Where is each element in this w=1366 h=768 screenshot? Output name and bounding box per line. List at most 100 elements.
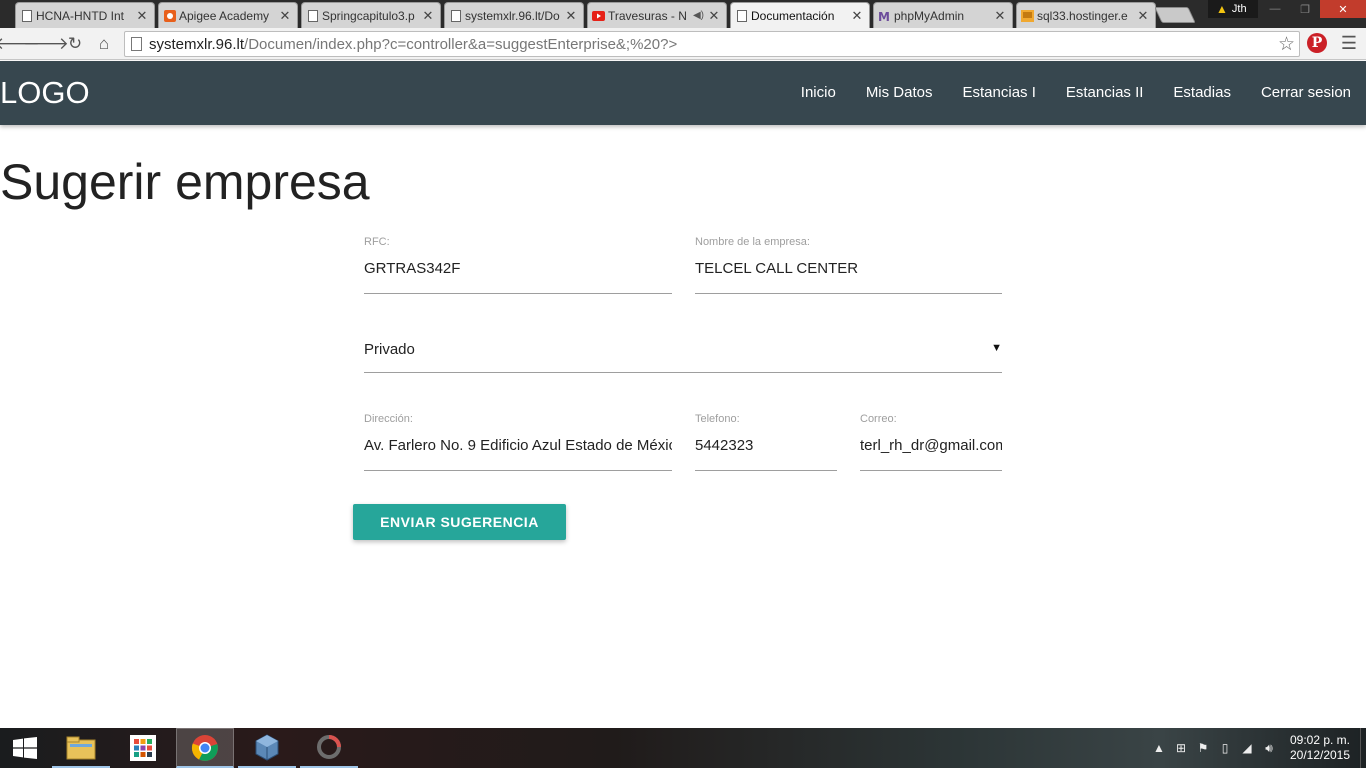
tab-title: Documentación bbox=[751, 8, 835, 23]
browser-tab[interactable]: Travesuras - N ◀) ✕ bbox=[587, 2, 727, 28]
speaker-icon[interactable]: ◀) bbox=[693, 10, 704, 21]
windows-tray-icon[interactable]: ⊞ bbox=[1170, 741, 1192, 755]
email-input[interactable]: terl_rh_dr@gmail.com bbox=[860, 427, 1002, 471]
address-input[interactable]: Av. Farlero No. 9 Edificio Azul Estado d… bbox=[364, 427, 672, 471]
tab-title: systemxlr.96.lt/Do bbox=[465, 8, 560, 23]
email-field: Correo: terl_rh_dr@gmail.com bbox=[860, 413, 1002, 471]
rfc-input[interactable]: GRTRAS342F bbox=[364, 250, 672, 294]
action-center-flag-icon[interactable]: ⚑ bbox=[1192, 741, 1214, 755]
tab-title: sql33.hostinger.e bbox=[1037, 8, 1128, 23]
nav-link-inicio[interactable]: Inicio bbox=[786, 61, 851, 125]
youtube-icon bbox=[592, 9, 605, 23]
browser-tab[interactable]: systemxlr.96.lt/Do ✕ bbox=[444, 2, 584, 28]
address-bar[interactable]: systemxlr.96.lt/Documen/index.php?c=cont… bbox=[124, 31, 1300, 57]
new-tab-button[interactable] bbox=[1154, 7, 1196, 23]
show-desktop-button[interactable] bbox=[1360, 728, 1366, 768]
nav-link-estancias-i[interactable]: Estancias I bbox=[948, 61, 1051, 125]
tab-title: Travesuras - N bbox=[608, 8, 687, 23]
page-icon bbox=[449, 9, 462, 23]
nav-link-cerrar-sesion[interactable]: Cerrar sesion bbox=[1246, 61, 1366, 125]
close-icon[interactable]: ✕ bbox=[1137, 8, 1149, 24]
browser-tab-active[interactable]: Documentación ✕ bbox=[730, 2, 870, 28]
windows-start-icon[interactable] bbox=[0, 728, 50, 768]
warning-icon: ▲ bbox=[1216, 2, 1228, 16]
page-icon bbox=[131, 37, 142, 51]
store-apps-icon[interactable] bbox=[114, 728, 172, 768]
browser-tab[interactable]: Apigee Academy ✕ bbox=[158, 2, 298, 28]
phone-input[interactable]: 5442323 bbox=[695, 427, 837, 471]
clock-time: 09:02 p. m. bbox=[1289, 733, 1351, 747]
company-name-input[interactable]: TELCEL CALL CENTER bbox=[695, 250, 1002, 294]
taskbar-clock[interactable]: 09:02 p. m. 20/12/2015 bbox=[1280, 733, 1360, 763]
tab-title: Springcapitulo3.p bbox=[322, 8, 415, 23]
browser-toolbar: 🡐 🡒 ↻ ⌂ systemxlr.96.lt/Documen/index.ph… bbox=[0, 28, 1366, 60]
phpmyadmin-icon: M bbox=[878, 9, 891, 23]
tray-expand-icon[interactable]: ▲ bbox=[1148, 741, 1170, 755]
site-navbar: LOGO Inicio Mis Datos Estancias I Estanc… bbox=[0, 61, 1366, 125]
forward-arrow-icon[interactable]: 🡒 bbox=[23, 32, 69, 56]
file-explorer-icon[interactable] bbox=[52, 728, 110, 768]
nav-link-estadias[interactable]: Estadias bbox=[1158, 61, 1246, 125]
submit-suggestion-button[interactable]: ENVIAR SUGERENCIA bbox=[353, 504, 566, 540]
site-logo[interactable]: LOGO bbox=[0, 75, 90, 111]
company-type-select[interactable]: Privado ▼ bbox=[364, 330, 1002, 373]
close-icon[interactable]: ✕ bbox=[565, 8, 577, 24]
phone-label: Telefono: bbox=[695, 413, 740, 425]
system-tray: ▲ ⊞ ⚑ ▯ ◢ 🔊︎ 09:02 p. m. 20/12/2015 bbox=[1148, 728, 1366, 768]
virtualbox-icon[interactable] bbox=[238, 728, 296, 768]
apigee-icon bbox=[163, 9, 176, 23]
nav-link-estancias-ii[interactable]: Estancias II bbox=[1051, 61, 1159, 125]
browser-tab[interactable]: HCNA-HNTD Int ✕ bbox=[15, 2, 155, 28]
company-name-label: Nombre de la empresa: bbox=[695, 236, 810, 248]
svg-text:M: M bbox=[878, 10, 890, 22]
battery-icon[interactable]: ▯ bbox=[1214, 741, 1236, 755]
volume-icon[interactable]: 🔊︎ bbox=[1258, 741, 1280, 756]
close-icon[interactable]: ✕ bbox=[708, 8, 720, 24]
app-loading-icon[interactable] bbox=[300, 728, 358, 768]
url-host: systemxlr.96.lt bbox=[149, 35, 245, 53]
page-title: Sugerir empresa bbox=[0, 154, 370, 210]
email-label: Correo: bbox=[860, 413, 897, 425]
minimize-icon[interactable]: — bbox=[1260, 0, 1290, 18]
browser-tab[interactable]: Springcapitulo3.p ✕ bbox=[301, 2, 441, 28]
company-type-value: Privado bbox=[364, 341, 415, 358]
page-icon bbox=[20, 9, 33, 23]
chrome-taskbar-icon[interactable] bbox=[176, 728, 234, 768]
rfc-label: RFC: bbox=[364, 236, 390, 248]
close-icon[interactable]: ✕ bbox=[279, 8, 291, 24]
nav-links: Inicio Mis Datos Estancias I Estancias I… bbox=[786, 61, 1366, 125]
close-icon[interactable]: ✕ bbox=[994, 8, 1006, 24]
close-icon[interactable]: ✕ bbox=[136, 8, 148, 24]
browser-tab[interactable]: sql33.hostinger.e ✕ bbox=[1016, 2, 1156, 28]
nav-link-mis-datos[interactable]: Mis Datos bbox=[851, 61, 948, 125]
url-path: /Documen/index.php?c=controller&a=sugges… bbox=[244, 35, 678, 53]
close-icon[interactable]: ✕ bbox=[422, 8, 434, 24]
windows-taskbar: ▲ ⊞ ⚑ ▯ ◢ 🔊︎ 09:02 p. m. 20/12/2015 bbox=[0, 728, 1366, 768]
clock-date: 20/12/2015 bbox=[1289, 748, 1351, 762]
address-field: Dirección: Av. Farlero No. 9 Edificio Az… bbox=[364, 413, 672, 471]
dropdown-caret-icon: ▼ bbox=[991, 342, 1002, 354]
tab-title: HCNA-HNTD Int bbox=[36, 8, 125, 23]
maximize-icon[interactable]: ❐ bbox=[1290, 0, 1320, 18]
company-name-field: Nombre de la empresa: TELCEL CALL CENTER bbox=[695, 236, 1002, 294]
window-close-icon[interactable]: ✕ bbox=[1320, 0, 1366, 18]
close-icon[interactable]: ✕ bbox=[851, 8, 863, 24]
tab-title: phpMyAdmin bbox=[894, 8, 965, 23]
phone-field: Telefono: 5442323 bbox=[695, 413, 837, 471]
bookmark-star-icon[interactable]: ☆ bbox=[1278, 33, 1295, 56]
browser-tab-strip: HCNA-HNTD Int ✕ Apigee Academy ✕ Springc… bbox=[0, 0, 1366, 28]
browser-tab[interactable]: M phpMyAdmin ✕ bbox=[873, 2, 1013, 28]
tab-title: Apigee Academy bbox=[179, 8, 270, 23]
wifi-signal-icon[interactable]: ◢ bbox=[1236, 741, 1258, 755]
chrome-menu-icon[interactable]: ☰ bbox=[1338, 33, 1360, 53]
profile-name: Jth bbox=[1231, 3, 1247, 15]
pma-icon bbox=[1021, 9, 1034, 23]
reload-icon[interactable]: ↻ bbox=[63, 32, 87, 56]
home-icon[interactable]: ⌂ bbox=[92, 32, 116, 56]
pinterest-icon[interactable]: P bbox=[1307, 33, 1327, 53]
page-icon bbox=[306, 9, 319, 23]
page-icon bbox=[735, 9, 748, 23]
address-label: Dirección: bbox=[364, 413, 413, 425]
profile-badge[interactable]: ▲ Jth bbox=[1208, 0, 1258, 18]
rfc-field: RFC: GRTRAS342F bbox=[364, 236, 672, 294]
